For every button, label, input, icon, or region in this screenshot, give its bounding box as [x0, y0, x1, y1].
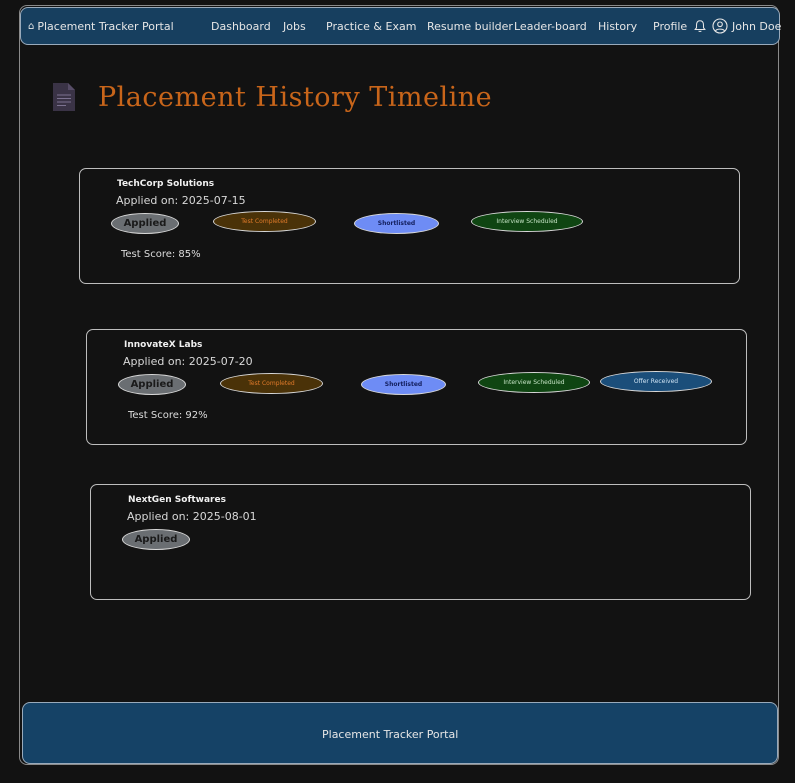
footer-text: Placement Tracker Portal: [322, 728, 459, 741]
applied-date: Applied on: 2025-07-20: [123, 355, 253, 368]
home-icon: ⌂: [28, 20, 35, 32]
status-badge-shortlisted: Shortlisted: [354, 213, 439, 234]
status-badge-interview-scheduled: Interview Scheduled: [478, 372, 590, 393]
application-card: InnovateX Labs Applied on: 2025-07-20 Ap…: [86, 329, 747, 445]
user-menu[interactable]: John Doe: [712, 18, 781, 34]
test-score: Test Score: 92%: [128, 410, 208, 421]
status-badge-shortlisted: Shortlisted: [361, 374, 446, 395]
status-badge-applied: Applied: [111, 213, 179, 234]
nav-item-practice-exam[interactable]: Practice & Exam: [326, 20, 416, 33]
company-name: InnovateX Labs: [124, 340, 203, 350]
nav-item-history[interactable]: History: [598, 20, 637, 33]
company-name: NextGen Softwares: [128, 495, 226, 505]
status-badge-offer-received: Offer Received: [600, 371, 712, 392]
title-icon-wrap: [52, 82, 76, 112]
document-icon: [53, 83, 75, 111]
brand-label: Placement Tracker Portal: [37, 20, 174, 33]
applied-date: Applied on: 2025-08-01: [127, 510, 257, 523]
status-badge-interview-scheduled: Interview Scheduled: [471, 211, 583, 232]
user-name: John Doe: [732, 19, 782, 33]
status-badge-applied: Applied: [118, 374, 186, 395]
footer: Placement Tracker Portal: [22, 702, 778, 764]
applied-date: Applied on: 2025-07-15: [116, 194, 246, 207]
page-title: Placement History Timeline: [98, 82, 493, 113]
bell-icon[interactable]: [693, 19, 707, 33]
user-avatar-icon: [712, 18, 728, 34]
top-navbar: ⌂ Placement Tracker Portal Dashboard Job…: [20, 7, 781, 45]
nav-item-profile[interactable]: Profile: [653, 20, 687, 33]
status-badge-applied: Applied: [122, 529, 190, 550]
application-card: NextGen Softwares Applied on: 2025-08-01…: [90, 484, 751, 600]
nav-item-dashboard[interactable]: Dashboard: [211, 20, 271, 33]
nav-item-jobs[interactable]: Jobs: [283, 20, 306, 33]
status-badge-test-completed: Test Completed: [220, 373, 323, 394]
application-card: TechCorp Solutions Applied on: 2025-07-1…: [79, 168, 740, 284]
nav-item-resume-builder[interactable]: Resume builder: [427, 20, 513, 33]
status-badge-test-completed: Test Completed: [213, 211, 316, 232]
nav-item-leaderboard[interactable]: Leader-board: [514, 20, 587, 33]
brand-link[interactable]: ⌂ Placement Tracker Portal: [28, 20, 174, 33]
test-score: Test Score: 85%: [121, 249, 201, 260]
company-name: TechCorp Solutions: [117, 179, 215, 189]
